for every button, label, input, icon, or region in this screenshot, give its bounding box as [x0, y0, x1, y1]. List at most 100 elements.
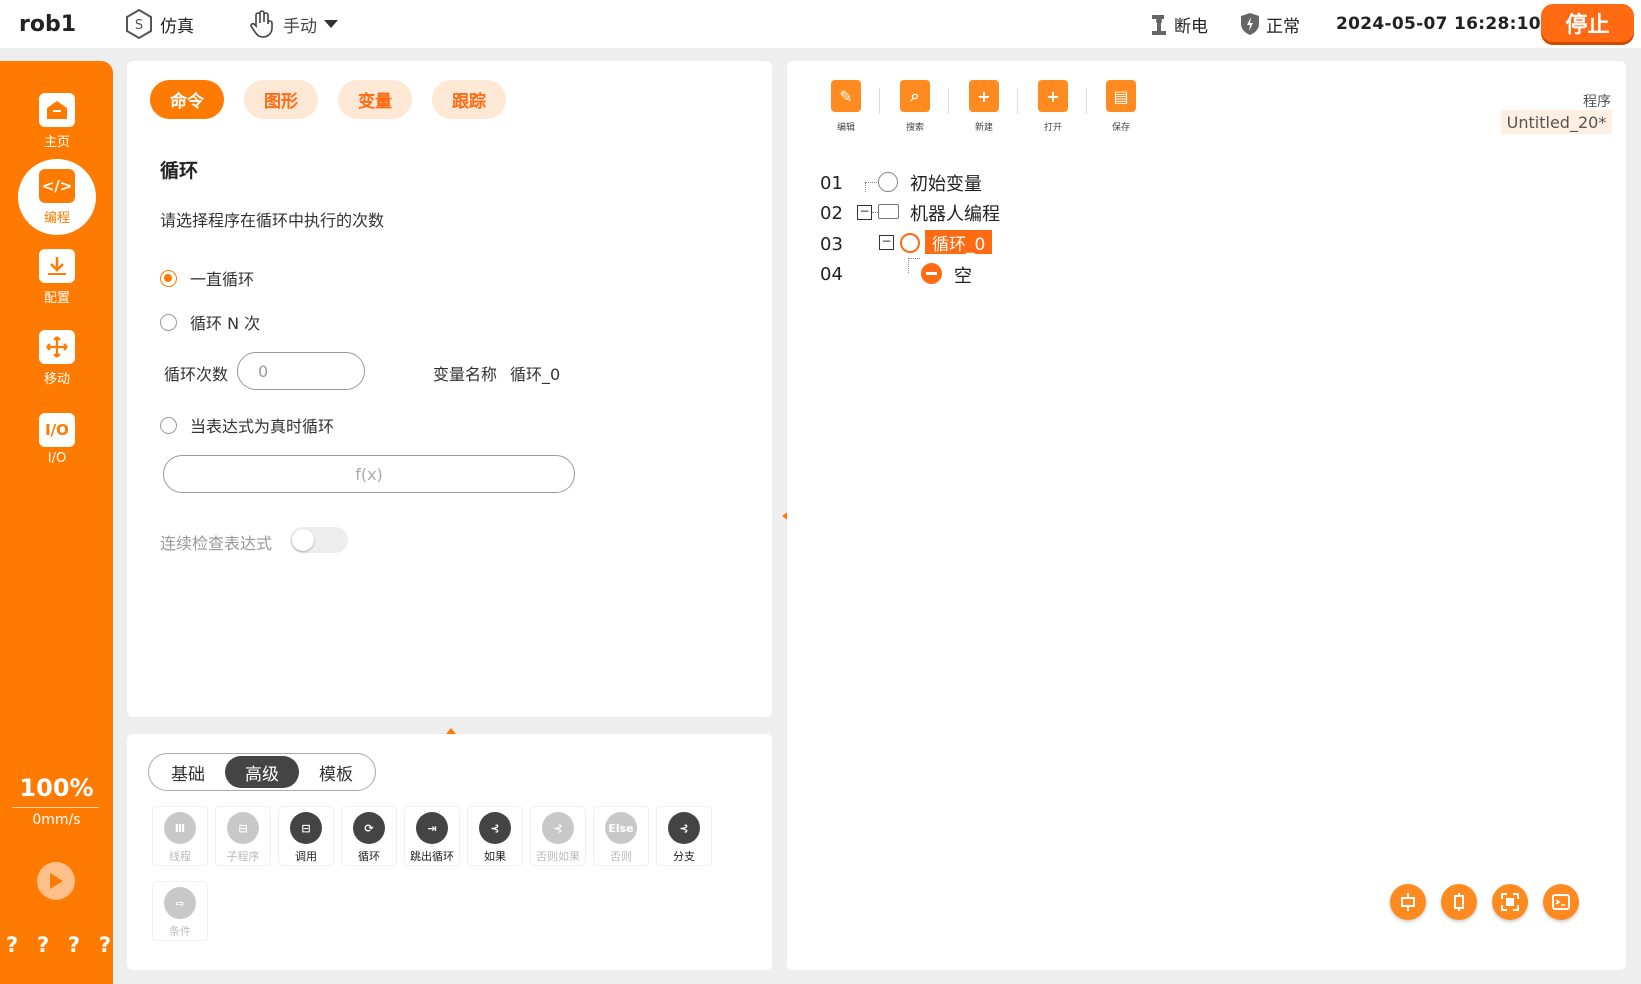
tab-trace[interactable]: 跟踪 [432, 80, 506, 119]
tool-branch[interactable]: ⊰ 分支 [656, 806, 712, 866]
expand-horizontal-button[interactable] [1390, 884, 1426, 920]
new-file-icon: + [969, 80, 999, 112]
toolbar-save[interactable]: ▤ 保存 [1095, 80, 1147, 133]
tree-node-loop[interactable]: 循环_0 [925, 230, 993, 255]
tool-label: 如果 [484, 850, 506, 863]
break-loop-icon: ⇥ [416, 812, 448, 844]
line-number: 03 [820, 234, 843, 255]
expand-vertical-button[interactable] [1441, 884, 1477, 920]
io-icon: I/O [39, 412, 75, 447]
safety-status: 正常 [1240, 0, 1300, 48]
sidebar-item-label: 编程 [43, 210, 70, 226]
power-status: 断电 [1148, 0, 1208, 48]
radio-button[interactable] [160, 313, 177, 331]
option-label: 一直循环 [190, 270, 255, 289]
tree-node-empty[interactable]: 空 [954, 262, 972, 288]
move-arrows-icon [39, 329, 75, 364]
toolbar-search[interactable]: ⌕ 搜索 [889, 80, 941, 133]
tab-graphics[interactable]: 图形 [244, 80, 318, 119]
speed-divider [12, 807, 99, 808]
fit-screen-button[interactable] [1492, 884, 1528, 920]
play-icon [50, 873, 63, 889]
tree-node-robot-program[interactable]: 机器人编程 [910, 200, 1000, 226]
tool-label: 循环 [358, 850, 380, 863]
segment-advanced[interactable]: 高级 [225, 756, 299, 788]
toolbar-edit[interactable]: ✎ 编辑 [820, 80, 872, 133]
sidebar-item-move[interactable]: 移动 [18, 320, 96, 396]
radio-button[interactable] [160, 416, 177, 434]
home-icon [39, 92, 75, 127]
if-icon: ⊰ [479, 812, 511, 844]
sidebar-item-label: 配置 [43, 290, 70, 306]
tab-command[interactable]: 命令 [150, 80, 224, 119]
tool-call[interactable]: ⊟ 调用 [278, 806, 334, 866]
command-tabs: 命令 图形 变量 跟踪 [150, 80, 506, 119]
toolbar-divider [948, 88, 949, 114]
subprogram-icon: ⊟ [227, 812, 259, 844]
condition-icon: ⇨ [164, 887, 196, 919]
collapse-toggle-icon[interactable]: − [857, 205, 872, 220]
option-loop-forever[interactable]: 一直循环 [160, 266, 254, 290]
command-panel [127, 61, 772, 717]
tool-if[interactable]: ⊰ 如果 [467, 806, 523, 866]
loop-count-label: 循环次数 [164, 365, 229, 384]
console-button[interactable] [1543, 884, 1579, 920]
segment-basic[interactable]: 基础 [151, 756, 225, 788]
tool-category-selector: 基础 高级 模板 [148, 753, 376, 791]
tool-label: 条件 [169, 925, 191, 938]
tree-connector [865, 182, 879, 192]
toolbar-label: 编辑 [836, 123, 855, 133]
tab-variables[interactable]: 变量 [338, 80, 412, 119]
continuous-check-toggle[interactable] [290, 527, 348, 553]
toolbar-label: 新建 [974, 123, 993, 133]
sidebar-item-io[interactable]: I/O I/O [18, 401, 96, 477]
tool-condition[interactable]: ⇨ 条件 [152, 881, 208, 941]
tool-label: 否则 [610, 850, 632, 863]
segment-template[interactable]: 模板 [299, 756, 373, 788]
toolbar-open[interactable]: + 打开 [1027, 80, 1079, 133]
continuous-check-label: 连续检查表达式 [160, 534, 273, 553]
tool-else-if[interactable]: ⊰ 否则如果 [530, 806, 586, 866]
sim-mode[interactable]: S 仿真 [124, 0, 194, 48]
tool-loop[interactable]: ⟳ 循环 [341, 806, 397, 866]
initial-variables-icon [878, 172, 898, 192]
manual-mode-dropdown[interactable]: 手动 [247, 0, 339, 48]
robot-name: rob1 [19, 11, 77, 37]
sidebar-item-label: 移动 [43, 371, 70, 387]
tree-node-initial-variables[interactable]: 初始变量 [910, 170, 982, 196]
code-icon: </> [39, 168, 75, 203]
thread-icon: Ⅲ [164, 812, 196, 844]
option-loop-while-expression[interactable]: 当表达式为真时循环 [160, 413, 334, 437]
expression-input[interactable]: f(x) [163, 455, 575, 493]
status-indicator[interactable]: ? [99, 933, 111, 957]
call-icon: ⊟ [290, 812, 322, 844]
else-if-icon: ⊰ [542, 812, 574, 844]
loop-icon: ⟳ [353, 812, 385, 844]
tool-thread[interactable]: Ⅲ 线程 [152, 806, 208, 866]
sim-shield-icon: S [126, 8, 152, 40]
toolbar-new[interactable]: + 新建 [958, 80, 1010, 133]
option-label: 循环 N 次 [190, 314, 261, 333]
sidebar: 主页 </> 编程 配置 移动 I/O I/O 100% 0mm/s ? ? ?… [0, 61, 113, 984]
option-loop-n-times[interactable]: 循环 N 次 [160, 310, 260, 334]
tool-else[interactable]: Else 否则 [593, 806, 649, 866]
section-description: 请选择程序在循环中执行的次数 [160, 211, 385, 230]
tool-break-loop[interactable]: ⇥ 跳出循环 [404, 806, 460, 866]
radio-button[interactable] [160, 269, 177, 287]
tool-subprogram[interactable]: ⊟ 子程序 [215, 806, 271, 866]
status-indicator[interactable]: ? [6, 933, 18, 957]
speed-percent: 100% [19, 774, 94, 802]
collapse-toggle-icon[interactable]: − [879, 235, 894, 250]
stop-button[interactable]: 停止 [1541, 4, 1634, 42]
loop-count-input[interactable]: 0 [237, 352, 365, 390]
robot-program-icon [878, 204, 899, 219]
toolbar-divider [1017, 88, 1018, 114]
sidebar-item-config[interactable]: 配置 [18, 239, 96, 315]
sidebar-item-programming[interactable]: </> 编程 [18, 159, 96, 235]
status-indicator[interactable]: ? [37, 933, 49, 957]
play-button[interactable] [37, 862, 75, 900]
save-icon: ▤ [1106, 80, 1136, 112]
sidebar-item-home[interactable]: 主页 [18, 83, 96, 159]
status-indicator[interactable]: ? [68, 933, 80, 957]
toolbar-divider [1086, 88, 1087, 114]
